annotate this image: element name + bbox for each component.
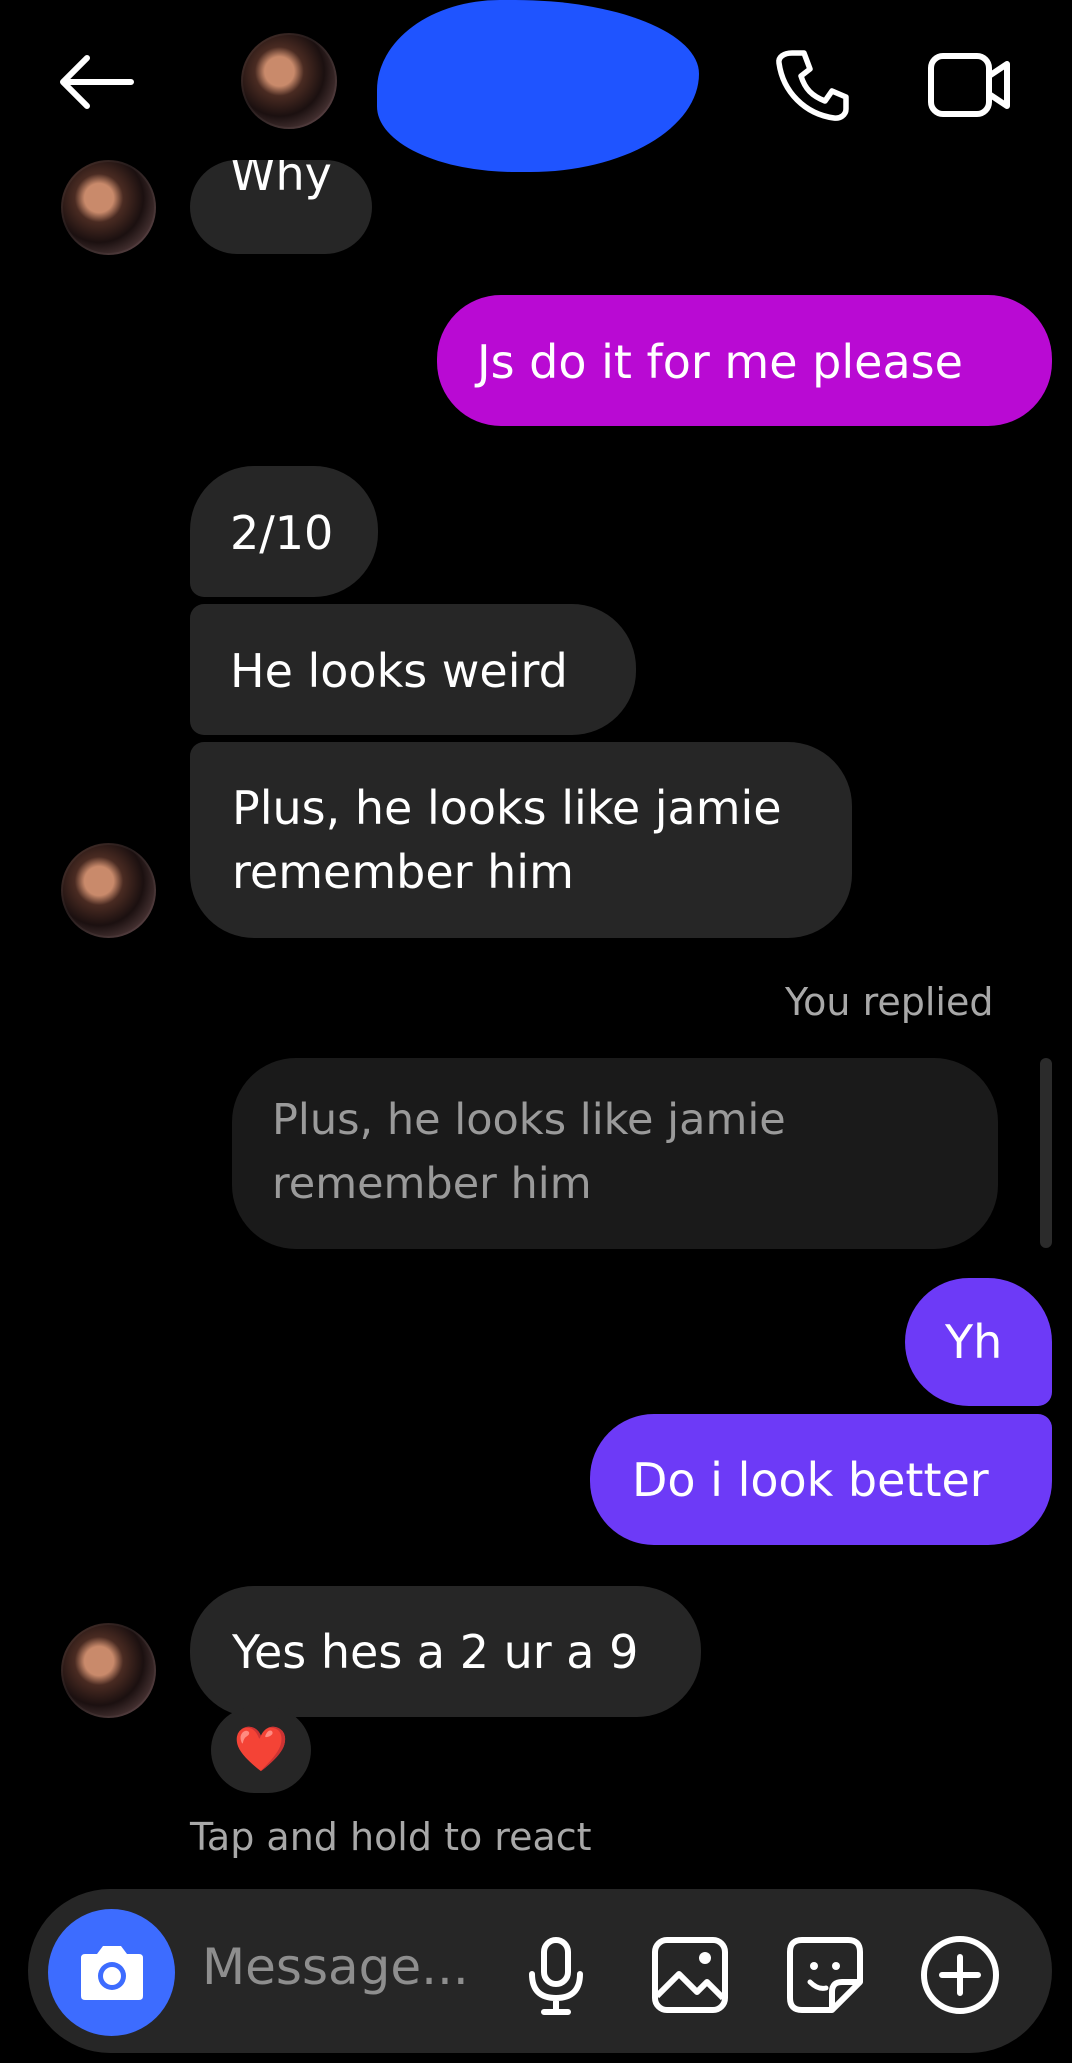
- redacted-contact-name: [377, 0, 699, 172]
- message-incoming[interactable]: Yes hes a 2 ur a 9: [190, 1586, 701, 1717]
- sticker-icon: [787, 1937, 863, 2013]
- tap-hold-hint: Tap and hold to react: [190, 1815, 592, 1859]
- plus-circle-icon: [921, 1936, 999, 2014]
- camera-icon: [80, 1945, 143, 2000]
- message-text-line: Plus, he looks like jamie: [232, 781, 782, 835]
- arrow-left-icon: [60, 55, 134, 109]
- reaction-badge[interactable]: ❤️: [211, 1707, 311, 1793]
- you-replied-label: You replied: [785, 980, 994, 1024]
- more-options-button[interactable]: [920, 1935, 1000, 2015]
- message-text: Do i look better: [632, 1453, 989, 1507]
- message-text-line: remember him: [232, 845, 574, 899]
- gallery-button[interactable]: [650, 1935, 730, 2015]
- quoted-reply[interactable]: Plus, he looks like jamie remember him: [232, 1058, 998, 1249]
- message-incoming[interactable]: He looks weird: [190, 604, 636, 735]
- back-button[interactable]: [40, 40, 150, 124]
- sticker-button[interactable]: [785, 1935, 865, 2015]
- voice-message-button[interactable]: [520, 1935, 592, 2017]
- contact-avatar-small[interactable]: [61, 843, 156, 938]
- contact-avatar-small[interactable]: [61, 160, 156, 255]
- quoted-text-line: Plus, he looks like jamie: [272, 1095, 786, 1145]
- message-incoming[interactable]: Why: [190, 160, 372, 254]
- message-outgoing[interactable]: Do i look better: [590, 1414, 1052, 1545]
- camera-button[interactable]: [48, 1909, 175, 2036]
- message-input[interactable]: Message...: [202, 1938, 469, 1996]
- scrollbar[interactable]: [1040, 1058, 1052, 1248]
- message-text: 2/10: [230, 506, 334, 560]
- quoted-text-line: remember him: [272, 1159, 592, 1209]
- message-text: Yes hes a 2 ur a 9: [232, 1625, 639, 1679]
- call-button[interactable]: [765, 40, 855, 130]
- message-text: Why: [230, 160, 332, 201]
- contact-avatar[interactable]: [241, 33, 337, 129]
- phone-icon: [776, 50, 849, 121]
- heart-reaction-icon: ❤️: [233, 1724, 289, 1775]
- microphone-icon: [529, 1937, 583, 2015]
- video-call-button[interactable]: [925, 40, 1015, 130]
- message-text: Yh: [945, 1315, 1003, 1369]
- message-text: He looks weird: [230, 644, 568, 698]
- image-icon: [652, 1937, 728, 2013]
- message-outgoing[interactable]: Js do it for me please: [437, 295, 1052, 426]
- message-incoming[interactable]: 2/10: [190, 466, 378, 597]
- message-incoming[interactable]: Plus, he looks like jamie remember him: [190, 742, 852, 938]
- video-camera-icon: [928, 53, 1010, 117]
- contact-avatar-small[interactable]: [61, 1623, 156, 1718]
- message-text: Js do it for me please: [477, 335, 963, 389]
- message-outgoing[interactable]: Yh: [905, 1278, 1052, 1406]
